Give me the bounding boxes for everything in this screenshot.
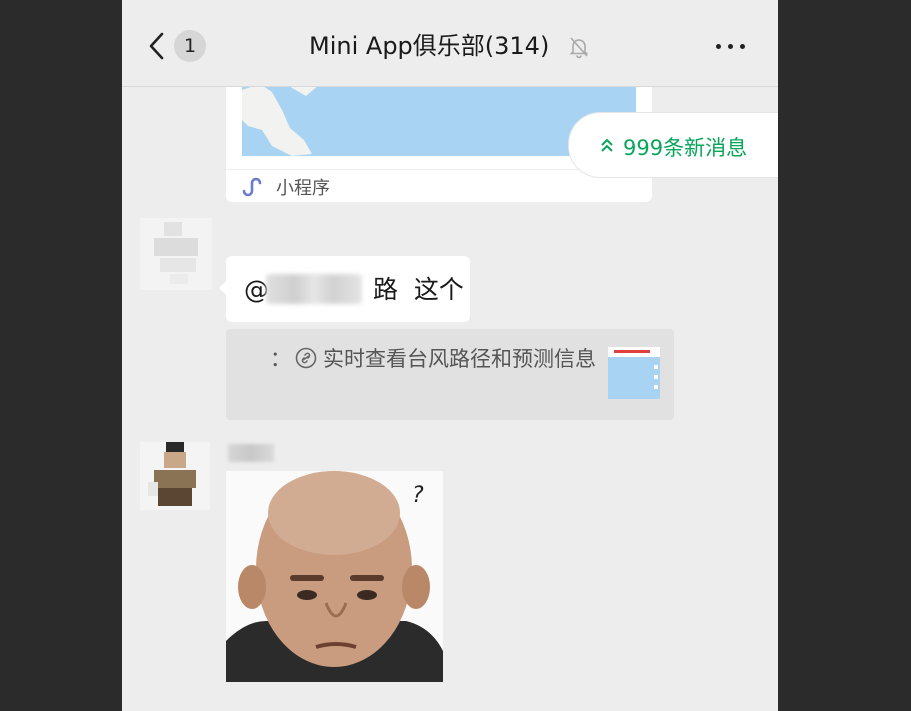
mini-program-label: 小程序 [276,178,330,199]
chat-screen: 1 Mini App俱乐部(314) 小程序 999条新消息 @ 路 这个 ： … [122,0,778,711]
mini-program-icon [242,177,262,197]
chat-title: Mini App俱乐部(314) [309,32,550,60]
more-button[interactable] [714,36,748,56]
sticker-face-image [226,471,443,682]
avatar-image [140,218,212,290]
nav-bar: 1 Mini App俱乐部(314) [122,0,778,87]
avatar-image [140,442,210,510]
redacted-mention [266,274,362,304]
sticker-question-mark: ? [412,483,424,508]
new-messages-button[interactable]: 999条新消息 [568,112,778,178]
avatar[interactable] [140,442,210,510]
chat-title-row[interactable]: Mini App俱乐部(314) [122,28,778,64]
quoted-message[interactable]: ：实时查看台风路径和预测信息 [226,329,674,420]
avatar[interactable] [140,218,212,290]
message-bubble[interactable]: @ 路 这个 [226,256,470,322]
quote-thumbnail [608,347,660,399]
bell-off-icon [569,37,589,59]
double-chevron-up-icon [601,138,613,152]
new-messages-label: 999条新消息 [623,136,748,160]
sender-name-redacted [228,444,274,462]
link-icon [295,347,317,369]
thumbnail-image [608,347,660,389]
quote-text: ：实时查看台风路径和预测信息 [270,347,596,371]
sticker-image[interactable]: ? [226,471,443,682]
